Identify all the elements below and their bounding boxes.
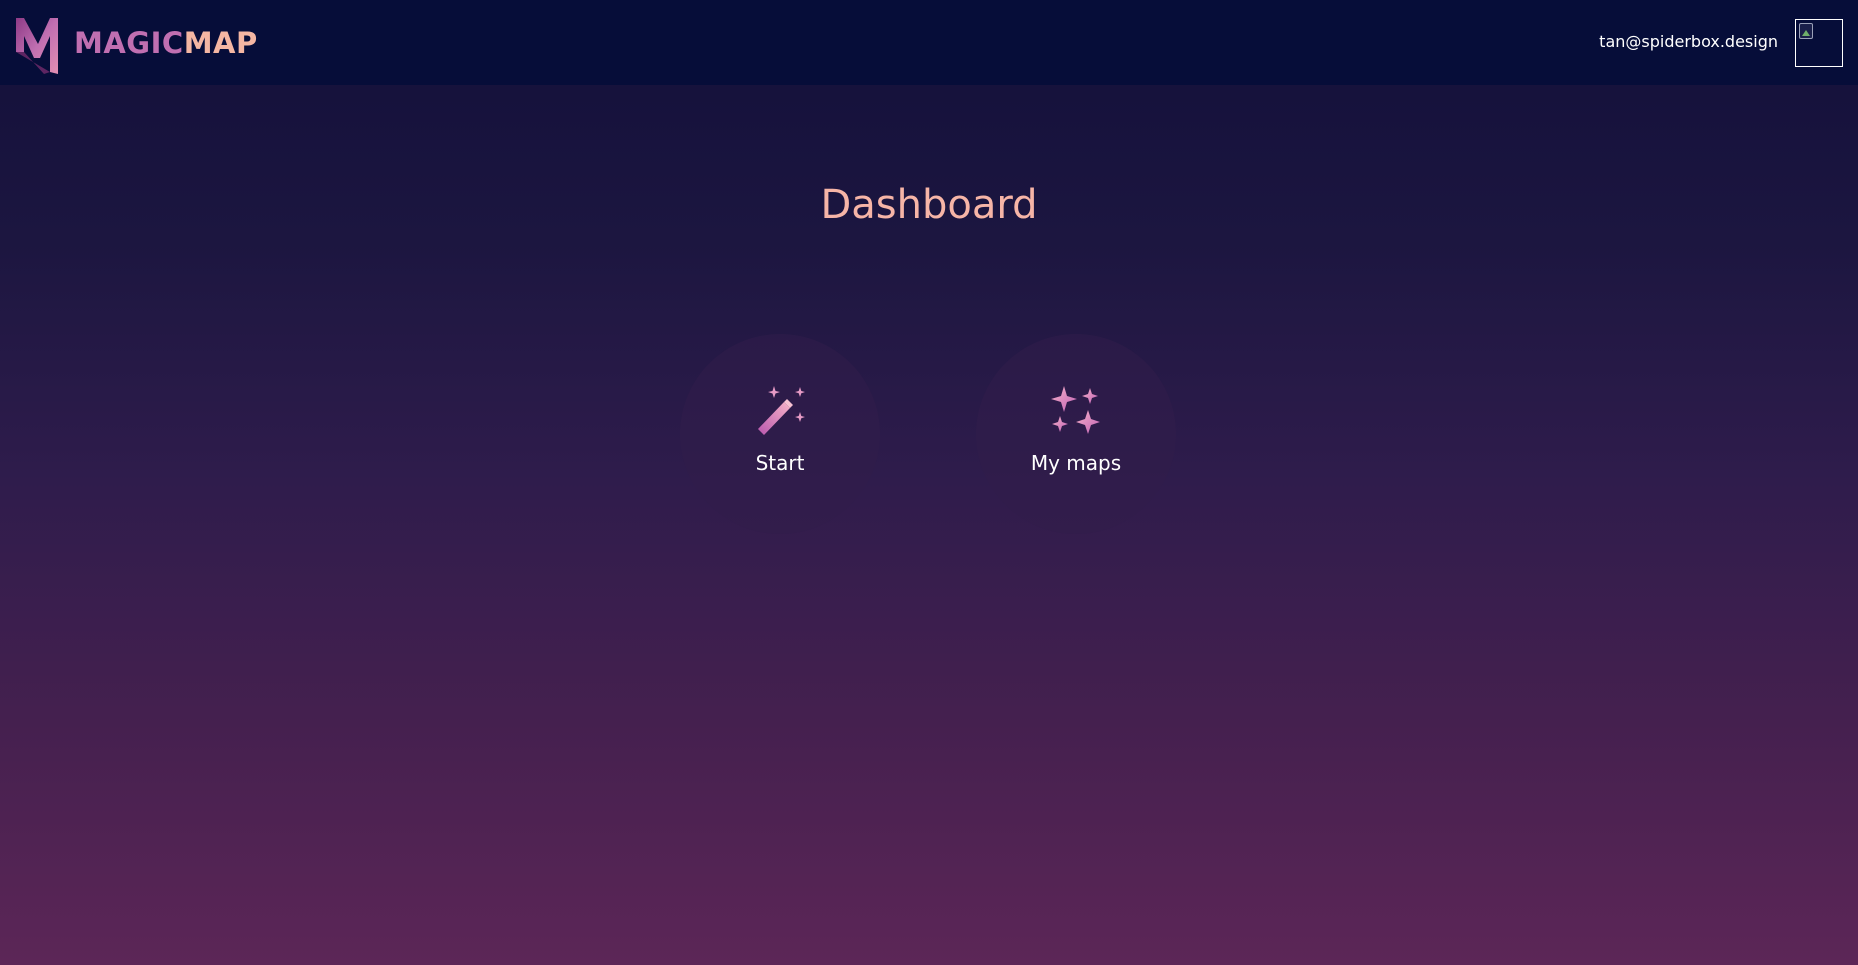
sparkles-icon xyxy=(1051,386,1100,434)
logo-m-icon xyxy=(16,18,58,74)
my-maps-button[interactable]: My maps xyxy=(976,334,1176,534)
page-title: Dashboard xyxy=(820,182,1038,228)
my-maps-label: My maps xyxy=(1030,451,1122,475)
top-header: MAGICMAP tan@spiderbox.design xyxy=(0,0,1858,85)
magic-wand-icon xyxy=(758,386,805,435)
brand-name-part1: MAGIC xyxy=(74,25,184,60)
brand-name-part2: MAP xyxy=(183,25,258,60)
start-label: Start xyxy=(755,451,805,475)
magicmap-logo[interactable]: MAGICMAP xyxy=(14,12,258,74)
user-avatar[interactable] xyxy=(1795,19,1843,67)
start-button[interactable]: Start xyxy=(680,334,880,534)
user-email: tan@spiderbox.design xyxy=(1599,32,1778,51)
broken-image-icon xyxy=(1799,23,1813,39)
brand-name: MAGICMAP xyxy=(74,25,258,60)
